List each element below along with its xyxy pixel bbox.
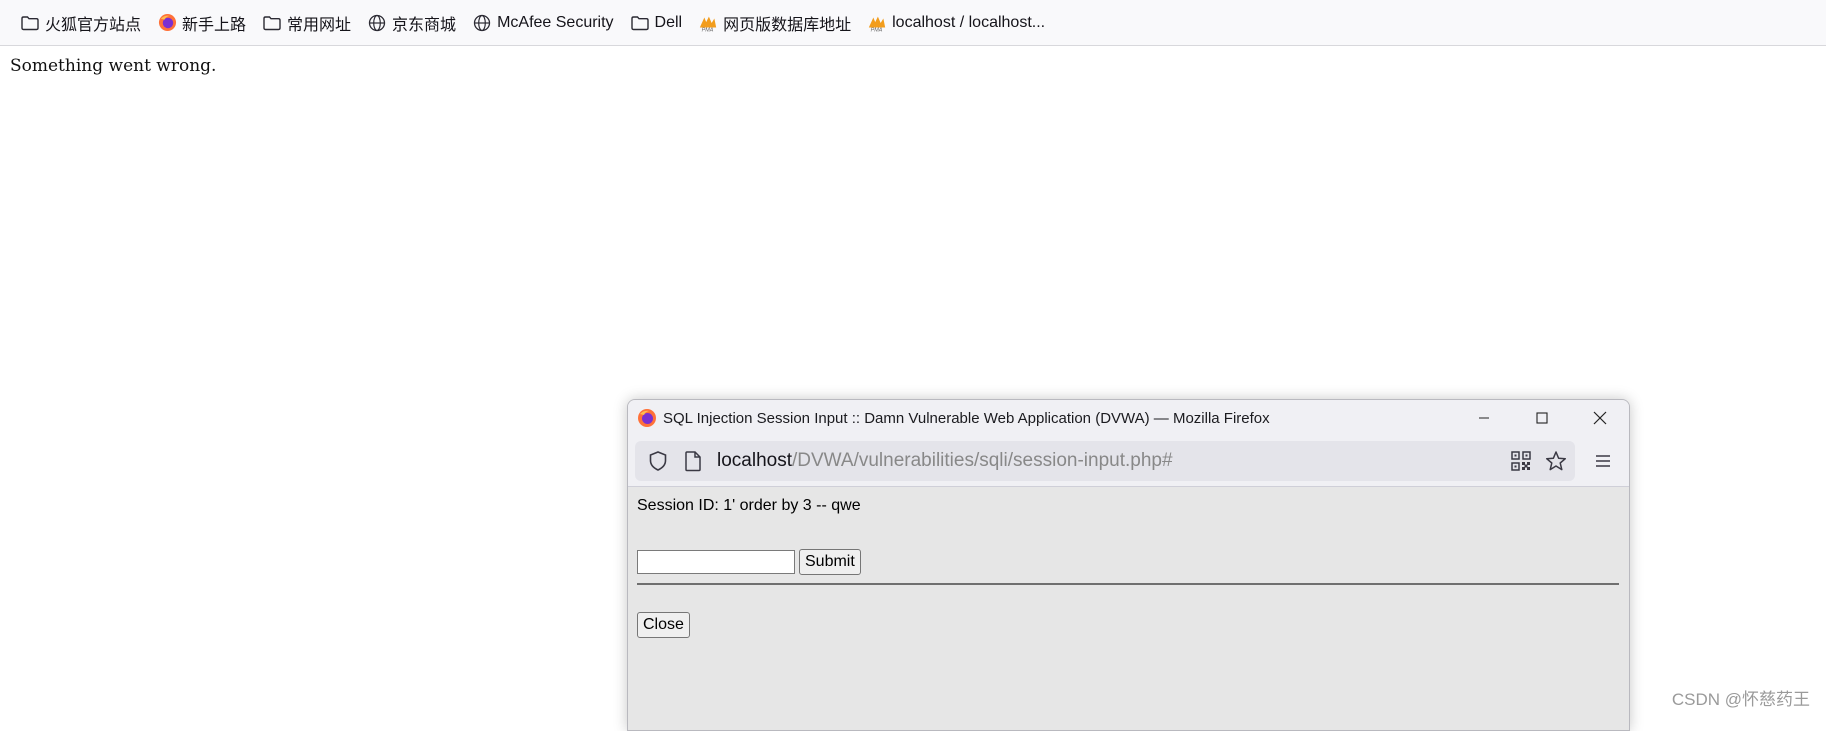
bookmark-label: 京东商城 [392, 16, 457, 34]
bookmark-common-sites[interactable]: 常用网址 [256, 8, 357, 38]
qr-code-icon[interactable] [1511, 451, 1531, 471]
bookmark-label: McAfee Security [497, 13, 614, 31]
bookmark-label: Dell [654, 13, 683, 31]
folder-icon [262, 13, 282, 33]
firefox-icon [157, 13, 177, 33]
bookmark-getting-started[interactable]: 新手上路 [151, 8, 252, 38]
maximize-icon [1536, 412, 1548, 424]
session-id-text: Session ID: 1' order by 3 -- qwe [637, 497, 861, 514]
session-id-input[interactable] [637, 550, 795, 574]
bookmark-firefox-site[interactable]: 火狐官方站点 [14, 8, 147, 38]
bookmark-label: 网页版数据库地址 [723, 16, 852, 34]
svg-text:PMA: PMA [871, 27, 883, 32]
url-text[interactable]: localhost/DVWA/vulnerabilities/sqli/sess… [717, 450, 1173, 472]
session-form: Submit [637, 549, 1620, 575]
firefox-icon [637, 408, 657, 428]
window-close-button[interactable] [1571, 400, 1629, 436]
bookmark-label: 火狐官方站点 [45, 16, 142, 34]
bookmark-label: 常用网址 [287, 16, 352, 34]
error-message: Something went wrong. [10, 56, 217, 76]
submit-button[interactable]: Submit [799, 549, 861, 575]
bookmark-localhost-pma[interactable]: PMA localhost / localhost... [861, 8, 1051, 38]
watermark: CSDN @怀慈药王 [1671, 690, 1810, 709]
bookmark-label: localhost / localhost... [892, 13, 1046, 31]
maximize-button[interactable] [1513, 400, 1571, 436]
globe-icon [367, 13, 387, 33]
url-host: localhost [717, 450, 792, 471]
pma-icon: PMA [867, 13, 887, 33]
pma-icon: PMA [698, 13, 718, 33]
window-title: SQL Injection Session Input :: Damn Vuln… [663, 409, 1270, 427]
svg-text:PMA: PMA [702, 27, 714, 32]
bookmark-web-db[interactable]: PMA 网页版数据库地址 [692, 8, 857, 38]
popup-content: Session ID: 1' order by 3 -- qwe Submit … [628, 487, 1629, 648]
minimize-button[interactable] [1455, 400, 1513, 436]
popup-navbar: localhost/DVWA/vulnerabilities/sqli/sess… [628, 436, 1629, 487]
close-icon [1593, 411, 1607, 425]
shield-icon[interactable] [647, 450, 669, 472]
star-icon[interactable] [1545, 450, 1567, 472]
folder-icon [630, 13, 650, 33]
url-bar[interactable]: localhost/DVWA/vulnerabilities/sqli/sess… [635, 441, 1575, 481]
bookmark-label: 新手上路 [182, 16, 247, 34]
divider [637, 583, 1619, 585]
minimize-icon [1479, 417, 1489, 419]
bookmark-dell[interactable]: Dell [624, 8, 689, 38]
folder-icon [20, 13, 40, 33]
popup-window: SQL Injection Session Input :: Damn Vuln… [627, 399, 1630, 731]
bookmark-jd[interactable]: 京东商城 [361, 8, 462, 38]
page-icon[interactable] [683, 450, 703, 472]
close-button[interactable]: Close [637, 612, 690, 638]
url-path: /DVWA/vulnerabilities/sqli/session-input… [792, 450, 1173, 471]
popup-titlebar[interactable]: SQL Injection Session Input :: Damn Vuln… [628, 400, 1629, 436]
globe-icon [472, 13, 492, 33]
bookmark-mcafee[interactable]: McAfee Security [466, 8, 619, 38]
bookmarks-toolbar: 火狐官方站点 新手上路 常用网址 京东商城 McAfee Security De… [0, 0, 1826, 46]
hamburger-menu-icon[interactable] [1593, 451, 1613, 471]
